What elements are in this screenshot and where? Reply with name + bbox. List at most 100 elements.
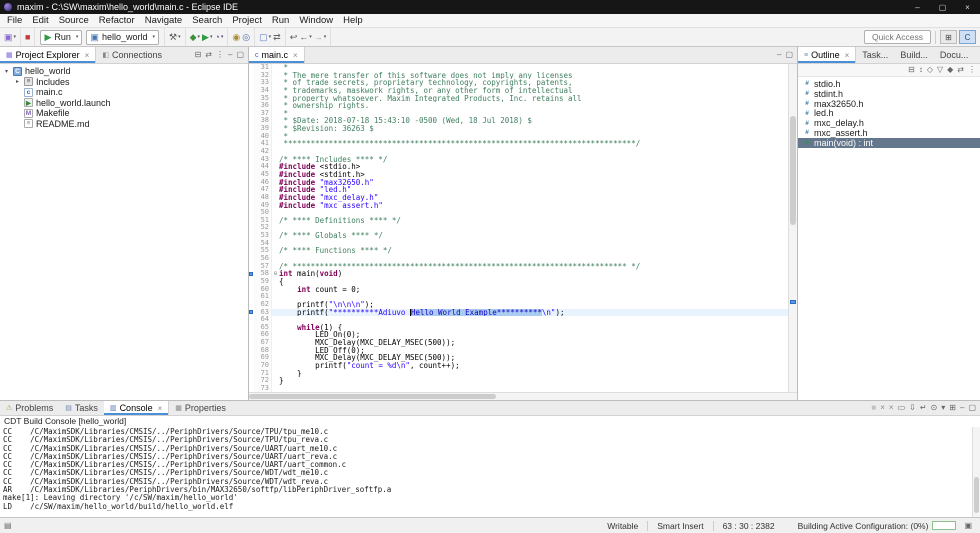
- close-icon[interactable]: ×: [158, 404, 163, 413]
- code-line-37[interactable]: 37 *: [249, 110, 797, 118]
- tab-problems[interactable]: ⚠Problems: [0, 401, 59, 415]
- code-line-46[interactable]: 46#include "max32650.h": [249, 179, 797, 187]
- code-line-43[interactable]: 43/* **** Includes **** */: [249, 156, 797, 164]
- code-line-49[interactable]: 49#include "mxc_assert.h": [249, 202, 797, 210]
- code-line-42[interactable]: 42: [249, 148, 797, 156]
- stop-build-button[interactable]: ▣: [960, 521, 976, 530]
- forward-button[interactable]: →▾: [313, 32, 328, 43]
- code-line-47[interactable]: 47#include "led.h": [249, 186, 797, 194]
- code-line-50[interactable]: 50: [249, 209, 797, 217]
- code-line-70[interactable]: 70 printf("count = %d\n", count++);: [249, 362, 797, 370]
- code-line-60[interactable]: 60 int count = 0;: [249, 286, 797, 294]
- editor-tab-main-c[interactable]: cmain.c×: [249, 47, 305, 63]
- hide-static-members-button[interactable]: ▽: [937, 66, 943, 74]
- tree-item-main-c[interactable]: cmain.c: [0, 87, 248, 98]
- close-icon[interactable]: ×: [845, 51, 850, 60]
- tree-item-includes[interactable]: ▸≡Includes: [0, 77, 248, 88]
- outline-item-stdint-h[interactable]: #stdint.h: [798, 89, 980, 99]
- code-line-54[interactable]: 54: [249, 240, 797, 248]
- close-icon[interactable]: ×: [85, 51, 90, 60]
- tree-item-makefile[interactable]: MMakefile: [0, 108, 248, 119]
- tab-task[interactable]: Task...: [856, 47, 894, 63]
- code-line-52[interactable]: 52: [249, 224, 797, 232]
- collapse-all-button[interactable]: ⊟: [908, 66, 915, 74]
- quick-access-button[interactable]: Quick Access: [864, 30, 931, 44]
- profile-button[interactable]: ◔▾: [213, 32, 224, 43]
- link-with-editor-button[interactable]: ⇄: [272, 32, 282, 43]
- code-line-72[interactable]: 72}: [249, 377, 797, 385]
- code-line-67[interactable]: 67 MXC_Delay(MXC_DELAY_MSEC(500));: [249, 339, 797, 347]
- fold-collapse-icon[interactable]: ⊖: [271, 270, 279, 278]
- word-wrap-button[interactable]: ↵: [920, 404, 927, 412]
- last-edit-location-button[interactable]: ↩: [289, 32, 299, 43]
- code-line-34[interactable]: 34 * trademarks, maskwork rights, or any…: [249, 87, 797, 95]
- pin-console-button[interactable]: ⊙: [931, 404, 938, 412]
- search-button[interactable]: ◉: [231, 32, 241, 43]
- code-line-36[interactable]: 36 * ownership rights.: [249, 102, 797, 110]
- scrollbar-thumb[interactable]: [790, 116, 796, 224]
- code-line-62[interactable]: 62 printf("\n\n\n");: [249, 301, 797, 309]
- outline-item-mxc-assert-h[interactable]: #mxc_assert.h: [798, 128, 980, 138]
- open-element-button[interactable]: ◎: [241, 32, 251, 43]
- collapse-all-button[interactable]: ⊟: [195, 51, 202, 59]
- minimize-editor-button[interactable]: –: [777, 51, 781, 59]
- code-line-38[interactable]: 38 * $Date: 2018-07-18 15:43:10 -0500 (W…: [249, 117, 797, 125]
- hide-non-public-members-button[interactable]: ◆: [947, 66, 953, 74]
- debug-button[interactable]: ◆▾: [189, 32, 201, 43]
- code-line-39[interactable]: 39 * $Revision: 36263 $: [249, 125, 797, 133]
- code-line-58[interactable]: 58⊖int main(void): [249, 270, 797, 278]
- tab-console[interactable]: ▥Console×: [104, 401, 169, 415]
- code-line-73[interactable]: 73: [249, 385, 797, 392]
- display-selected-console-button[interactable]: ▾: [941, 404, 945, 412]
- code-line-61[interactable]: 61: [249, 293, 797, 301]
- build-button[interactable]: ⚒▾: [168, 32, 182, 43]
- menu-window[interactable]: Window: [294, 15, 338, 26]
- code-line-31[interactable]: 31 *: [249, 64, 797, 72]
- code-line-51[interactable]: 51/* **** Definitions **** */: [249, 217, 797, 225]
- code-line-63[interactable]: 63 printf("**********Adiuvo Hello World …: [249, 309, 797, 317]
- menu-navigate[interactable]: Navigate: [140, 15, 188, 26]
- scroll-lock-button[interactable]: ⇩: [909, 404, 916, 412]
- c-cpp-perspective-button[interactable]: C: [959, 30, 976, 44]
- maximize-view-button[interactable]: ▢: [968, 404, 976, 412]
- editor-horizontal-scrollbar[interactable]: [249, 392, 797, 400]
- code-line-59[interactable]: 59{: [249, 278, 797, 286]
- code-line-40[interactable]: 40 *: [249, 133, 797, 141]
- tab-build[interactable]: Build...: [894, 47, 934, 63]
- console-output[interactable]: CC /C/MaximSDK/Libraries/CMSIS/../Periph…: [0, 427, 980, 517]
- tab-docu[interactable]: Docu...: [934, 47, 975, 63]
- code-line-35[interactable]: 35 * property whatsoever. Maxim Integrat…: [249, 95, 797, 103]
- code-line-48[interactable]: 48#include "mxc_delay.h": [249, 194, 797, 202]
- code-line-53[interactable]: 53/* **** Globals **** */: [249, 232, 797, 240]
- menu-refactor[interactable]: Refactor: [94, 15, 140, 26]
- minimize-view-button[interactable]: –: [960, 404, 964, 412]
- open-perspective-button[interactable]: ⊞: [940, 30, 957, 44]
- code-line-64[interactable]: 64: [249, 316, 797, 324]
- maximize-editor-button[interactable]: ▢: [785, 51, 793, 59]
- remove-launch-button[interactable]: ×: [880, 404, 885, 412]
- menu-file[interactable]: File: [2, 15, 27, 26]
- outline-item-led-h[interactable]: #led.h: [798, 108, 980, 118]
- twisty-icon[interactable]: ▾: [3, 68, 10, 75]
- new-wizard-button[interactable]: ▣▾: [3, 32, 17, 43]
- tree-item-hello-world[interactable]: ▾Chello_world: [0, 66, 248, 77]
- maximize-window-button[interactable]: ▢: [930, 0, 955, 14]
- maximize-view-button[interactable]: ▢: [236, 51, 244, 59]
- twisty-icon[interactable]: ▸: [14, 78, 21, 85]
- run-mode-combo[interactable]: ▶Run▾: [40, 30, 82, 45]
- launch-config-combo[interactable]: ▣hello_world▾: [86, 30, 159, 45]
- scrollbar-thumb[interactable]: [974, 477, 979, 513]
- sort-button[interactable]: ↕: [919, 66, 923, 74]
- code-line-45[interactable]: 45#include <stdint.h>: [249, 171, 797, 179]
- console-vertical-scrollbar[interactable]: [972, 427, 980, 517]
- view-menu-button[interactable]: ⋮: [968, 66, 976, 74]
- minimize-view-button[interactable]: –: [228, 51, 232, 59]
- code-line-41[interactable]: 41 *************************************…: [249, 140, 797, 148]
- outline-item-max32650-h[interactable]: #max32650.h: [798, 99, 980, 109]
- menu-project[interactable]: Project: [227, 15, 267, 26]
- clear-console-button[interactable]: ▭: [898, 404, 906, 412]
- code-line-69[interactable]: 69 MXC_Delay(MXC_DELAY_MSEC(500));: [249, 354, 797, 362]
- tab-tasks[interactable]: ▤Tasks: [59, 401, 104, 415]
- hide-fields-button[interactable]: ◇: [927, 66, 933, 74]
- terminate-button[interactable]: ■: [24, 32, 31, 43]
